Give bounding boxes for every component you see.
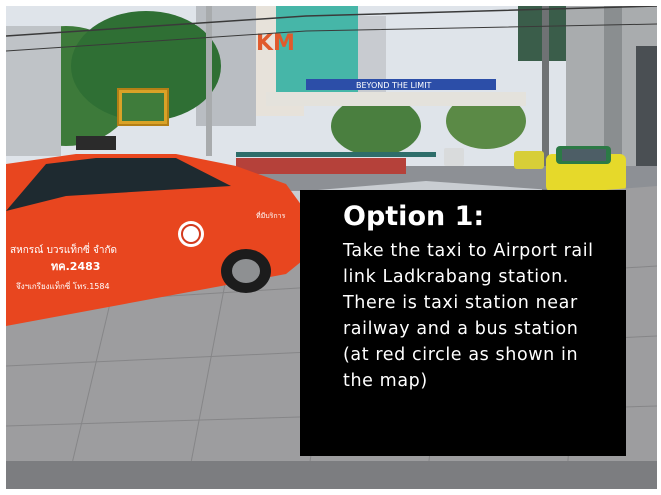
taxi-roof-sign — [76, 136, 116, 150]
taxi-door-text-3: จึงฯเกรียงแท็กซี่ โทร.1584 — [16, 280, 110, 291]
taxi-door-text-2: ทค.2483 — [51, 260, 100, 273]
overpass — [266, 92, 526, 106]
taxi-door-text-1: สหกรณ์ บวรแท็กซี่ จำกัด — [10, 242, 117, 256]
caption-title: Option 1: — [343, 201, 485, 232]
caption-box: Option 1: Take the taxi to Airport rail … — [300, 190, 626, 456]
building-sign: KM — [256, 31, 295, 56]
photo-frame: KM BEYOND THE LIMIT สหกรณ์ บวรแท็กซี่ จำ… — [6, 6, 657, 489]
banner-text: BEYOND THE LIMIT — [356, 81, 432, 90]
flower-hedge — [236, 158, 406, 174]
caption-body: Take the taxi to Airport rail link Ladkr… — [343, 241, 594, 391]
taxi-rear-text: ที่มีบริการ — [256, 211, 286, 220]
